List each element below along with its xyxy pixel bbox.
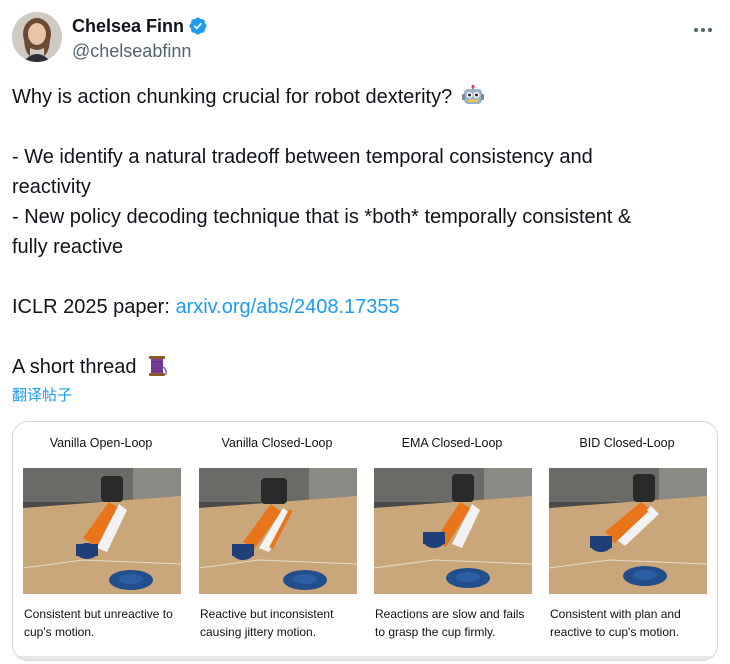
robot-video-frame[interactable] bbox=[549, 468, 707, 594]
more-options-button[interactable] bbox=[690, 18, 716, 42]
robot-video-frame[interactable] bbox=[374, 468, 532, 594]
caption-line-2: reactive to cup's motion. bbox=[550, 625, 680, 639]
panel-title: Vanilla Open-Loop bbox=[49, 436, 153, 450]
panel-title: EMA Closed-Loop bbox=[401, 436, 503, 450]
caption-line-2: causing jittery motion. bbox=[200, 625, 317, 639]
author-display-name[interactable]: Chelsea Finn bbox=[72, 16, 184, 37]
post-header: Chelsea Finn @chelseabfinn bbox=[12, 12, 718, 64]
caption-line-2: cup's motion. bbox=[24, 625, 95, 639]
caption-line-1: Consistent but unreactive to bbox=[24, 607, 173, 621]
panel-ema-closed-loop: EMA Closed-Loop Reactions are slow and f… bbox=[364, 422, 540, 660]
paper-line: ICLR 2025 paper: arxiv.org/abs/2408.1735… bbox=[12, 292, 712, 322]
bullet-2-line-1: - New policy decoding technique that is … bbox=[12, 206, 632, 228]
robot-video-frame[interactable] bbox=[199, 468, 357, 594]
robot-video-frame[interactable] bbox=[23, 468, 181, 594]
panel-caption: Reactive but inconsistent causing jitter… bbox=[200, 605, 365, 641]
post-question: Why is action chunking crucial for robot… bbox=[12, 86, 453, 108]
robot-emoji-icon bbox=[461, 84, 484, 107]
panel-caption: Consistent but unreactive to cup's motio… bbox=[24, 605, 189, 641]
paper-prefix: ICLR 2025 paper: bbox=[12, 296, 176, 318]
thread-line: A short thread bbox=[12, 352, 712, 382]
panel-title: Vanilla Closed-Loop bbox=[221, 436, 333, 450]
media-bottom-edge bbox=[13, 656, 717, 660]
thread-text: A short thread bbox=[12, 356, 137, 378]
panel-bid-closed-loop: BID Closed-Loop Consistent with plan and… bbox=[539, 422, 715, 660]
post-text: Why is action chunking crucial for robot… bbox=[12, 82, 712, 382]
bullet-1-line-2: reactivity bbox=[12, 176, 91, 198]
name-row: Chelsea Finn bbox=[72, 14, 208, 38]
panel-vanilla-closed-loop: Vanilla Closed-Loop Reactive but inconsi… bbox=[189, 422, 365, 660]
thread-spool-emoji-icon bbox=[146, 355, 168, 377]
panel-vanilla-open-loop: Vanilla Open-Loop Consistent but unreact… bbox=[13, 422, 189, 660]
bullet-2-line-2: fully reactive bbox=[12, 236, 124, 258]
verified-badge-icon[interactable] bbox=[188, 16, 208, 36]
panel-title: BID Closed-Loop bbox=[579, 436, 675, 450]
caption-line-1: Reactions are slow and fails bbox=[375, 607, 525, 621]
translate-post-link[interactable]: 翻译帖子 bbox=[12, 386, 72, 406]
avatar[interactable] bbox=[12, 12, 62, 62]
panel-caption: Reactions are slow and fails to grasp th… bbox=[375, 605, 540, 641]
caption-line-2: to grasp the cup firmly. bbox=[375, 625, 496, 639]
caption-line-1: Consistent with plan and bbox=[550, 607, 681, 621]
post-bullets: - We identify a natural tradeoff between… bbox=[12, 142, 712, 262]
author-names: Chelsea Finn @chelseabfinn bbox=[72, 14, 208, 62]
author-handle[interactable]: @chelseabfinn bbox=[72, 40, 208, 62]
panel-caption: Consistent with plan and reactive to cup… bbox=[550, 605, 715, 641]
more-options-icon bbox=[694, 28, 712, 32]
media-card[interactable]: Vanilla Open-Loop Consistent but unreact… bbox=[12, 421, 718, 661]
caption-line-1: Reactive but inconsistent bbox=[200, 607, 334, 621]
paper-link[interactable]: arxiv.org/abs/2408.17355 bbox=[175, 296, 399, 318]
avatar-photo-icon bbox=[12, 12, 62, 62]
bullet-1-line-1: - We identify a natural tradeoff between… bbox=[12, 146, 593, 168]
post-intro: Why is action chunking crucial for robot… bbox=[12, 82, 712, 112]
